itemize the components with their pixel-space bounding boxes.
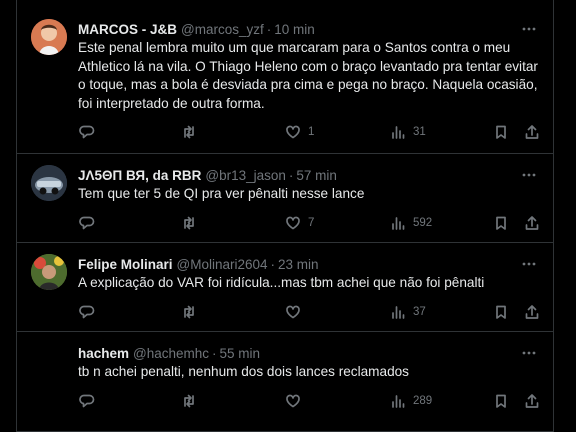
retweet-button[interactable] bbox=[181, 303, 197, 321]
timestamp[interactable]: 55 min bbox=[220, 346, 261, 361]
share-button[interactable] bbox=[524, 123, 540, 141]
timestamp[interactable]: 57 min bbox=[296, 168, 337, 183]
reply-button[interactable] bbox=[79, 123, 95, 141]
author-name[interactable]: MARCOS - J&B bbox=[78, 22, 177, 37]
tweet-text: A explicação do VAR foi ridícula...mas t… bbox=[78, 275, 485, 290]
more-icon[interactable] bbox=[519, 254, 539, 274]
retweet-icon bbox=[184, 394, 194, 408]
views-button[interactable]: 37 bbox=[390, 303, 426, 321]
bookmark-icon bbox=[496, 216, 506, 230]
reply-icon bbox=[79, 216, 95, 230]
reply-icon bbox=[79, 125, 95, 139]
like-count: 1 bbox=[308, 126, 315, 138]
retweet-button[interactable] bbox=[181, 123, 197, 141]
bookmark-icon bbox=[496, 125, 506, 139]
author-name[interactable]: Felipe Molinari bbox=[78, 257, 173, 272]
author-name[interactable]: hachem bbox=[78, 346, 129, 361]
timestamp[interactable]: 23 min bbox=[278, 257, 319, 272]
avatar[interactable] bbox=[31, 165, 67, 201]
retweet-button[interactable] bbox=[181, 392, 197, 410]
author-handle[interactable]: @marcos_yzf bbox=[181, 22, 264, 37]
heart-icon bbox=[286, 305, 300, 319]
bookmark-button[interactable] bbox=[493, 303, 509, 321]
reply-button[interactable] bbox=[79, 392, 95, 410]
share-icon bbox=[525, 125, 539, 139]
more-icon[interactable] bbox=[519, 165, 539, 185]
timeline: MARCOS - J&B @marcos_yzf · 10 min Este p… bbox=[16, 0, 554, 432]
tweet-text: Este penal lembra muito um que marcaram … bbox=[78, 40, 538, 111]
reply-icon bbox=[79, 394, 95, 408]
view-count: 592 bbox=[413, 217, 433, 229]
avatar-photo bbox=[31, 19, 67, 55]
tweet[interactable]: Felipe Molinari @Molinari2604 · 23 min A… bbox=[17, 243, 553, 332]
views-icon bbox=[392, 126, 405, 139]
avatar[interactable] bbox=[31, 19, 67, 55]
bookmark-icon bbox=[496, 305, 506, 319]
retweet-icon bbox=[184, 216, 194, 230]
more-icon[interactable] bbox=[519, 343, 539, 363]
tweet[interactable]: JΛ5ΘП ВЯ, da RBR @br13_jason · 57 min Te… bbox=[17, 154, 553, 243]
heart-icon bbox=[286, 125, 300, 139]
like-button[interactable] bbox=[285, 303, 308, 321]
bookmark-button[interactable] bbox=[493, 123, 509, 141]
avatar-photo bbox=[31, 254, 67, 290]
author-name[interactable]: JΛ5ΘП ВЯ, da RBR bbox=[78, 168, 201, 183]
author-handle[interactable]: @hachemhc bbox=[133, 346, 209, 361]
view-count: 31 bbox=[413, 126, 426, 138]
separator-dot: · bbox=[288, 167, 294, 183]
share-icon bbox=[525, 394, 539, 408]
separator-dot: · bbox=[270, 256, 276, 272]
author-handle[interactable]: @br13_jason bbox=[205, 168, 286, 183]
bookmark-button[interactable] bbox=[493, 392, 509, 410]
tweet-text: tb n achei penalti, nenhum dos dois lanc… bbox=[78, 364, 409, 379]
like-count: 7 bbox=[308, 217, 315, 229]
reply-icon bbox=[79, 305, 95, 319]
bookmark-button[interactable] bbox=[493, 214, 509, 232]
like-button[interactable] bbox=[285, 392, 308, 410]
views-button[interactable]: 289 bbox=[390, 392, 432, 410]
share-icon bbox=[525, 216, 539, 230]
retweet-icon bbox=[184, 305, 194, 319]
reply-button[interactable] bbox=[79, 214, 95, 232]
views-icon bbox=[392, 217, 405, 230]
author-handle[interactable]: @Molinari2604 bbox=[177, 257, 268, 272]
avatar-photo bbox=[31, 165, 67, 201]
tweet[interactable]: hachem @hachemhc · 55 min tb n achei pen… bbox=[17, 332, 553, 432]
avatar[interactable] bbox=[31, 343, 67, 379]
tweet[interactable]: MARCOS - J&B @marcos_yzf · 10 min Este p… bbox=[17, 0, 553, 154]
separator-dot: · bbox=[266, 21, 272, 37]
timestamp[interactable]: 10 min bbox=[274, 22, 315, 37]
bookmark-icon bbox=[496, 394, 506, 408]
view-count: 289 bbox=[413, 395, 433, 407]
retweet-icon bbox=[184, 125, 194, 139]
share-button[interactable] bbox=[524, 214, 540, 232]
like-button[interactable]: 7 bbox=[285, 214, 314, 232]
share-button[interactable] bbox=[524, 392, 540, 410]
reply-button[interactable] bbox=[79, 303, 95, 321]
views-button[interactable]: 592 bbox=[390, 214, 432, 232]
share-icon bbox=[525, 305, 539, 319]
views-button[interactable]: 31 bbox=[390, 123, 426, 141]
more-icon[interactable] bbox=[519, 19, 539, 39]
tweet-text: Tem que ter 5 de QI pra ver pênalti ness… bbox=[78, 186, 365, 201]
view-count: 37 bbox=[413, 306, 426, 318]
heart-icon bbox=[286, 394, 300, 408]
avatar[interactable] bbox=[31, 254, 67, 290]
separator-dot: · bbox=[212, 345, 217, 361]
heart-icon bbox=[286, 216, 300, 230]
retweet-button[interactable] bbox=[181, 214, 197, 232]
views-icon bbox=[392, 395, 405, 408]
like-button[interactable]: 1 bbox=[285, 123, 314, 141]
views-icon bbox=[392, 306, 405, 319]
share-button[interactable] bbox=[524, 303, 540, 321]
